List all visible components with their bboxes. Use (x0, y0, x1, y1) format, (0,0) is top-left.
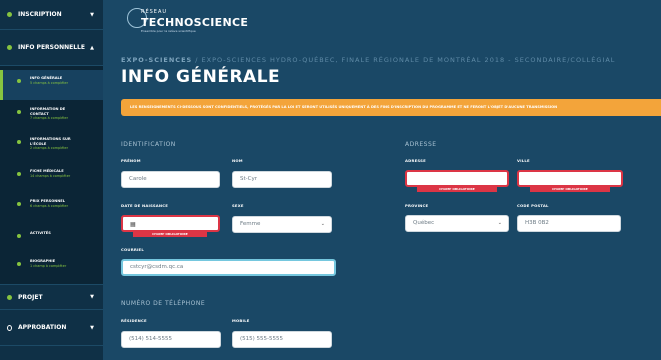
sub-item-prix-personnel[interactable]: PRIX PERSONNEL 6 champs à compléter (0, 192, 103, 222)
label-residence: RÉSIDENCE (121, 318, 147, 323)
sidebar-item-label: INFO PERSONNELLE (18, 44, 85, 51)
code-postal-field[interactable]: H3B 0B2 (517, 215, 621, 232)
sub-item-info-generale[interactable]: INFO GÉNÉRALE 5 champs à compléter (0, 70, 103, 100)
sub-item-status: 6 champs à compléter (30, 203, 69, 208)
chevron-down-icon: ▼ (90, 11, 94, 18)
date-naissance-field[interactable]: ▦ (121, 215, 220, 232)
label-date-naissance: DATE DE NAISSANCE (121, 203, 169, 208)
breadcrumb-current: / EXPO-SCIENCES HYDRO-QUÉBEC, FINALE RÉG… (192, 56, 616, 64)
label-province: PROVINCE (405, 203, 429, 208)
chevron-up-icon: ▲ (90, 44, 94, 51)
sidebar-item-inscription[interactable]: INSCRIPTION ▼ (0, 0, 103, 30)
breadcrumb-root[interactable]: EXPO-SCIENCES (121, 56, 192, 64)
status-dot-icon (17, 202, 21, 206)
sub-item-status: 5 champs à compléter (30, 80, 69, 85)
sidebar: INSCRIPTION ▼ INFO PERSONNELLE ▲ INFO GÉ… (0, 0, 103, 360)
sub-item-status: 2 champs à compléter (30, 146, 69, 150)
residence-field[interactable]: (514) 514-5555 (121, 331, 221, 348)
label-prenom: PRÉNOM (121, 158, 141, 163)
error-tag: CHAMP OBLIGATOIRE (133, 232, 207, 237)
ville-field[interactable] (517, 170, 623, 187)
sub-item-title: INFORMATION DE CONTACT (30, 107, 66, 116)
mobile-field[interactable]: (515) 555-5555 (232, 331, 332, 348)
prenom-field[interactable]: Carole (121, 171, 220, 188)
status-dot-icon (7, 12, 12, 17)
sub-item-fiche-medicale[interactable]: FICHE MÉDICALE 14 champs à compléter (0, 162, 103, 192)
sexe-select[interactable]: Femme ⌄ (232, 216, 332, 233)
sub-item-status: 7 champs à compléter (30, 116, 69, 120)
calendar-icon: ▦ (130, 221, 136, 228)
sub-item-ecole[interactable]: INFORMATIONS SUR L'ÉCOLE 2 champs à compl… (0, 130, 103, 162)
label-ville: VILLE (517, 158, 530, 163)
status-ring-icon (7, 324, 12, 331)
province-value: Québec (413, 220, 435, 226)
status-dot-icon (17, 262, 21, 266)
province-select[interactable]: Québec ⌄ (405, 215, 509, 232)
label-mobile: MOBILE (232, 318, 250, 323)
status-dot-icon (17, 79, 21, 83)
logo-tagline: Ensemble pour la relève scientifique (141, 29, 196, 33)
section-title-telephone: NUMÉRO DE TÉLÉPHONE (121, 300, 206, 307)
sub-menu: INFO GÉNÉRALE 5 champs à compléter INFORM… (0, 66, 103, 284)
status-dot-icon (17, 110, 21, 114)
sub-item-activites[interactable]: ACTIVITÉS (0, 222, 103, 250)
label-sexe: SEXE (232, 203, 244, 208)
main-content: RÉSEAU TECHNOSCIENCE Ensemble pour la re… (103, 0, 661, 360)
page-title: INFO GÉNÉRALE (121, 67, 281, 87)
status-dot-icon (7, 45, 12, 50)
sub-item-status: 1 champ à compléter (30, 263, 67, 268)
status-dot-icon (17, 140, 21, 144)
sexe-value: Femme (240, 221, 261, 227)
chevron-down-icon: ▼ (90, 294, 94, 300)
sidebar-item-projet[interactable]: PROJET ▼ (0, 284, 103, 310)
sub-item-title: ACTIVITÉS (30, 231, 51, 235)
adresse-field[interactable] (405, 170, 509, 187)
error-tag: CHAMP OBLIGATOIRE (530, 187, 610, 192)
sidebar-item-info-personnelle[interactable]: INFO PERSONNELLE ▲ (0, 30, 103, 66)
sidebar-item-label: PROJET (18, 293, 43, 301)
label-code-postal: CODE POSTAL (517, 203, 549, 208)
logo-small-text: RÉSEAU (141, 9, 168, 15)
nom-field[interactable]: St-Cyr (232, 171, 332, 188)
section-title-adresse: ADRESSE (405, 141, 437, 148)
sub-item-title: INFORMATIONS SUR L'ÉCOLE (30, 137, 71, 146)
sidebar-item-label: APPROBATION (18, 324, 67, 331)
sub-item-biographie[interactable]: BIOGRAPHIE 1 champ à compléter (0, 250, 103, 284)
label-nom: NOM (232, 158, 243, 163)
label-courriel: COURRIEL (121, 247, 144, 252)
section-title-identification: IDENTIFICATION (121, 141, 176, 148)
status-dot-icon (17, 234, 21, 238)
status-dot-icon (7, 294, 12, 300)
chevron-down-icon: ▼ (90, 324, 94, 331)
status-dot-icon (17, 172, 21, 176)
courriel-field[interactable]: cstcyr@csdm.qc.ca (121, 259, 336, 276)
chevron-down-icon: ⌄ (320, 221, 325, 227)
logo: RÉSEAU TECHNOSCIENCE Ensemble pour la re… (127, 6, 257, 36)
sub-item-contact[interactable]: INFORMATION DE CONTACT 7 champs à complét… (0, 100, 103, 130)
sidebar-item-label: INSCRIPTION (18, 11, 62, 18)
sidebar-item-approbation[interactable]: APPROBATION ▼ (0, 310, 103, 346)
sub-item-status: 14 champs à compléter (30, 173, 71, 178)
label-adresse: ADRESSE (405, 158, 426, 163)
chevron-down-icon: ⌄ (497, 220, 502, 226)
breadcrumb: EXPO-SCIENCES / EXPO-SCIENCES HYDRO-QUÉB… (121, 56, 615, 64)
logo-text: TECHNOSCIENCE (141, 16, 249, 29)
error-tag: CHAMP OBLIGATOIRE (417, 187, 497, 192)
confidentiality-banner: LES RENSEIGNEMENTS CI-DESSOUS SONT CONFI… (121, 99, 661, 116)
